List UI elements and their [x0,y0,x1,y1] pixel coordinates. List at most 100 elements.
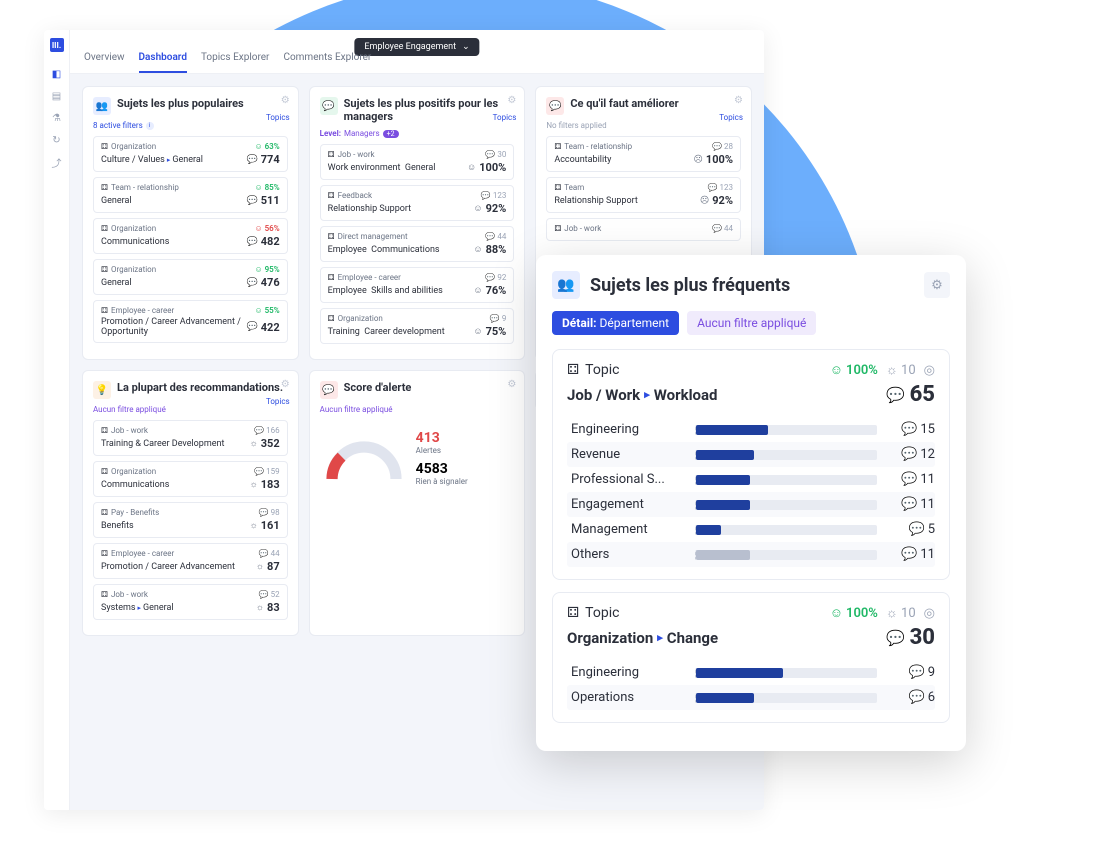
beaker-icon[interactable]: ⚗ [51,112,63,124]
upload-icon[interactable]: ⤴ [51,156,63,168]
topic-item[interactable]: ⚃Team💬123Relationship Support☹92% [546,177,741,213]
sad-icon: ☹ [694,155,703,165]
bubble-icon: 💬 [481,191,491,200]
topic-item[interactable]: ⚃Job - work💬44 [546,218,741,241]
dept-count: 💬15 [885,422,935,437]
gear-icon[interactable]: ⚙ [734,95,743,106]
ok-count: 4583 [416,461,468,477]
topic-item[interactable]: ⚃Job - work💬30Work environment General☺1… [320,144,515,180]
bar-track [695,693,877,703]
topic-item[interactable]: ⚃Organization☺63%Culture / Values▸Genera… [93,136,288,172]
topics-link[interactable]: Topics [266,113,290,122]
tree-icon: ⚃ [101,508,108,517]
topics-link[interactable]: Topics [266,397,290,406]
bubble-icon: 💬 [901,447,917,462]
card-positive: ⚙ Topics 💬 Sujets les plus positifs pour… [309,86,526,360]
target-icon[interactable]: ◎ [924,606,935,621]
topic-item[interactable]: ⚃Direct management💬44Employee Communicat… [320,226,515,262]
smile-icon: ☺ [473,244,482,255]
filter-chip[interactable]: 8 active filters i [93,121,288,130]
gear-icon[interactable]: ⚙ [281,95,290,106]
filter-badge: +2 [383,130,399,138]
bubble-icon: 💬 [708,183,718,192]
filter-chip[interactable]: Aucun filtre appliqué [320,405,515,414]
bubble-icon: 💬 [259,590,269,599]
topic-item[interactable]: ⚃Employee - career☺55%Promotion / Career… [93,300,288,343]
bubble-icon: 💬 [254,426,264,435]
bar-track [695,500,877,510]
sidebar: III. ◧ ▤ ⚗ ↻ ⤴ [44,30,70,810]
filter-chip[interactable]: Level: Managers +2 [320,129,515,138]
topic-item[interactable]: ⚃Feedback💬123Relationship Support☺92% [320,185,515,221]
dept-row[interactable]: Operations💬6 [567,685,935,710]
smile-icon: ☺ [467,162,476,173]
detail-filter-pill[interactable]: Détail: Département [552,311,679,335]
chat-plus-icon: 💬 [320,97,338,115]
topic-total: 💬30 [886,625,935,650]
topic-path: Job / Work ▸ Workload [567,386,718,404]
smile-icon: ☺ [254,183,262,192]
bar-fill [696,475,750,485]
gear-icon[interactable]: ⚙ [281,379,290,390]
dept-row[interactable]: Management💬5 [567,517,935,542]
bubble-icon: 💬 [909,665,925,680]
topics-link[interactable]: Topics [493,113,517,122]
tree-icon: ⚃ [554,183,561,192]
bubble-icon: 💬 [247,237,258,247]
gear-icon[interactable]: ⚙ [507,95,516,106]
topic-item[interactable]: ⚃Employee - career💬44Promotion / Career … [93,543,288,579]
dept-row[interactable]: Professional S...💬11 [567,467,935,492]
dept-row[interactable]: Revenue💬12 [567,442,935,467]
topic-item[interactable]: ⚃Organization💬159Communications☼183 [93,461,288,497]
topic-item[interactable]: ⚃Organization☺56%Communications💬482 [93,218,288,254]
filter-chip[interactable]: Aucun filtre appliqué [93,405,288,414]
card-recommend: ⚙ Topics 💡 La plupart des recommandation… [82,370,299,636]
smile-icon: ☺ [830,362,843,378]
target-icon[interactable]: ◎ [924,363,935,378]
card-title: La plupart des recommandations. [117,381,283,394]
filter-chip[interactable]: No filters applied [546,121,741,130]
bar-fill [696,525,721,535]
topic-item[interactable]: ⚃Job - work💬52Systems▸General☼83 [93,584,288,620]
pct-badge: ☺100% [830,605,878,621]
topic-item[interactable]: ⚃Team - relationship☺85%General💬511 [93,177,288,213]
smile-icon: ☺ [473,326,482,337]
bubble-icon: 💬 [247,322,258,332]
tab-topics-explorer[interactable]: Topics Explorer [201,46,270,73]
light-icon: ☼ [256,561,264,572]
bar-fill [696,668,783,678]
dept-row[interactable]: Others💬11 [567,542,935,567]
topic-item[interactable]: ⚃Pay - Benefits💬98Benefits☼161 [93,502,288,538]
tab-overview[interactable]: Overview [84,46,125,73]
tab-dashboard[interactable]: Dashboard [139,46,187,73]
tree-icon: ⚃ [101,183,108,192]
topic-section: ⚃Topic☺100%☼ 10◎Organization ▸ Change💬30… [552,592,950,723]
bubble-icon: 💬 [712,142,722,151]
tab-comments-explorer[interactable]: Comments Explorer [283,46,371,73]
bubble-icon: 💬 [712,224,722,233]
topic-item[interactable]: ⚃Organization☺95%General💬476 [93,259,288,295]
topbar: Employee Engagement ⌄ Overview Dashboard… [70,30,764,74]
gear-icon[interactable]: ⚙ [924,272,950,298]
topic-item[interactable]: ⚃Employee - career💬92Employee Skills and… [320,267,515,303]
sad-icon: ☹ [700,196,709,206]
topic-item[interactable]: ⚃Organization💬9Training Career developme… [320,308,515,344]
dashboard-icon[interactable]: ◧ [51,68,63,80]
refresh-icon[interactable]: ↻ [51,134,63,146]
topic-item[interactable]: ⚃Job - work💬166Training & Career Develop… [93,420,288,456]
topic-item[interactable]: ⚃Team - relationship💬28Accountability☹10… [546,136,741,172]
topics-link[interactable]: Topics [719,113,743,122]
smile-icon: ☺ [473,285,482,296]
bar-track [695,450,877,460]
bubble-icon: 💬 [901,547,917,562]
dept-row[interactable]: Engineering💬15 [567,417,935,442]
no-filter-pill[interactable]: Aucun filtre appliqué [687,311,816,335]
database-icon[interactable]: ▤ [51,90,63,102]
survey-dropdown[interactable]: Employee Engagement ⌄ [354,38,479,56]
bubble-icon: 💬 [901,497,917,512]
dept-row[interactable]: Engagement💬11 [567,492,935,517]
dept-row[interactable]: Engineering💬9 [567,660,935,685]
bubble-icon: 💬 [259,549,269,558]
logo[interactable]: III. [50,38,64,52]
gear-icon[interactable]: ⚙ [507,379,516,390]
